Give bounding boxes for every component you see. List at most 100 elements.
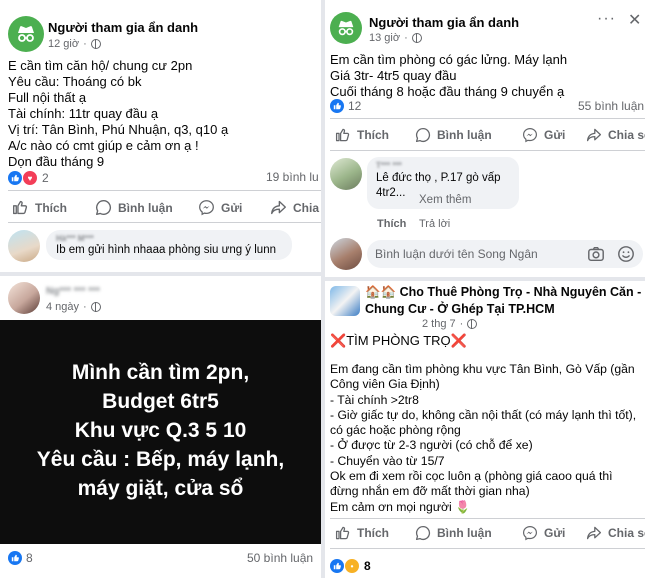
comment-button[interactable]: Bình luận: [415, 127, 492, 143]
thumbs-up-icon: [335, 526, 350, 540]
like-button[interactable]: Thích: [335, 127, 389, 143]
share-arrow-icon: [271, 200, 286, 215]
like-reaction-icon: [330, 559, 344, 573]
share-button[interactable]: Chia sẻ: [586, 127, 645, 143]
like-label: Thích: [357, 128, 389, 142]
send-button[interactable]: Gửi: [522, 525, 565, 541]
comment-button[interactable]: Bình luận: [415, 525, 492, 541]
post-meta: 2 thg 7 ·: [422, 318, 478, 330]
globe-icon: [467, 319, 478, 329]
messenger-icon: [199, 200, 214, 216]
commenter-avatar[interactable]: [330, 158, 362, 190]
group-name[interactable]: 🏠🏠 Cho Thuê Phòng Trọ - Nhà Nguyên Căn -…: [365, 284, 643, 318]
user-avatar[interactable]: [330, 238, 362, 270]
comment-label: Bình luận: [118, 200, 173, 215]
see-more-link[interactable]: Xem thêm: [419, 193, 471, 208]
comment-count[interactable]: 50 bình luận: [247, 551, 313, 565]
reaction-count: 8: [26, 551, 33, 565]
anonymous-spy-icon: [18, 26, 34, 42]
post-time[interactable]: 12 giờ: [48, 38, 79, 50]
reaction-summary[interactable]: ♥ 2: [8, 170, 49, 186]
post-body: Em cần tìm phòng có gác lửng. Máy lạnh G…: [330, 52, 568, 99]
share-button[interactable]: Chia sẻ: [586, 525, 645, 541]
reaction-summary[interactable]: 12: [330, 99, 361, 113]
commenter-name[interactable]: Hà*** M***: [56, 234, 282, 243]
share-label: Chia sẻ: [608, 128, 645, 142]
like-reaction-icon: [330, 99, 344, 113]
share-arrow-icon: [586, 526, 602, 540]
emoji-icon[interactable]: [617, 245, 635, 268]
divider: [330, 150, 645, 151]
post-time[interactable]: 4 ngày: [46, 301, 79, 313]
post-body: Em đang cần tìm phòng khu vực Tân Bình, …: [330, 362, 637, 514]
share-button[interactable]: Chia sẻ: [270, 199, 321, 216]
love-reaction-icon: ♥: [22, 170, 38, 186]
post-heading-text: TÌM PHÒNG TRỌ: [346, 333, 451, 348]
comment-count[interactable]: 19 bình lu: [266, 170, 319, 184]
globe-icon: [90, 302, 101, 312]
like-button[interactable]: Thích: [12, 199, 67, 216]
image-caption-text: Mình cần tìm 2pn, Budget 6tr5 Khu vực Q.…: [36, 361, 285, 500]
reaction-summary[interactable]: • 8: [330, 558, 371, 574]
speech-bubble-icon: [415, 127, 431, 143]
comment-like-link[interactable]: Thích: [377, 218, 406, 230]
globe-icon: [411, 33, 422, 43]
post-separator: [325, 277, 645, 281]
anonymous-avatar[interactable]: [330, 12, 362, 44]
messenger-icon: [522, 525, 538, 541]
text-image-post[interactable]: Mình cần tìm 2pn, Budget 6tr5 Khu vực Q.…: [0, 320, 321, 544]
comment-button[interactable]: Bình luận: [95, 199, 173, 216]
like-label: Thích: [357, 526, 389, 540]
speech-bubble-icon: [96, 200, 112, 215]
post-author[interactable]: Người tham gia ẩn danh: [48, 20, 198, 35]
send-label: Gửi: [221, 200, 243, 215]
reaction-count: 12: [348, 99, 362, 113]
comment-bubble: T*** *** Lê đức thọ , P.17 gò vấp 4tr2..…: [367, 157, 519, 209]
camera-icon[interactable]: [587, 245, 605, 268]
comment-bubble: Hà*** M*** Ib em gửi hình nhaaa phòng si…: [46, 230, 292, 260]
divider: [8, 222, 321, 223]
cross-mark-icon: ❌: [450, 333, 467, 348]
reaction-count: 2: [42, 171, 49, 185]
speech-bubble-icon: [415, 525, 431, 541]
post-meta: 13 giờ ·: [369, 32, 422, 44]
send-label: Gửi: [544, 128, 566, 142]
comment-reply-link[interactable]: Trả lời: [419, 218, 450, 230]
post-time[interactable]: 2 thg 7: [422, 318, 456, 330]
cross-mark-icon: ❌: [330, 333, 347, 348]
divider: [330, 548, 645, 549]
like-button[interactable]: Thích: [335, 525, 389, 541]
send-button[interactable]: Gửi: [198, 199, 242, 216]
close-icon[interactable]: ✕: [628, 10, 641, 30]
left-screenshot-column: Người tham gia ẩn danh 12 giờ · E cần tì…: [0, 0, 321, 578]
comment-count[interactable]: 55 bình luận: [578, 99, 644, 113]
send-button[interactable]: Gửi: [522, 127, 565, 143]
comment-text: Ib em gửi hình nhaaa phòng siu ưng ý lun…: [56, 244, 276, 256]
share-label: Chia sẻ: [608, 526, 645, 540]
share-label: Chia sẻ: [293, 200, 321, 215]
more-options-icon[interactable]: ···: [597, 10, 616, 28]
messenger-icon: [522, 127, 538, 143]
post-heading: ❌TÌM PHÒNG TRỌ❌: [330, 333, 467, 349]
commenter-avatar[interactable]: [8, 230, 40, 262]
post-separator: [0, 272, 321, 276]
post-author[interactable]: Người tham gia ẩn danh: [369, 15, 519, 30]
globe-icon: [90, 39, 101, 49]
comment-label: Bình luận: [437, 526, 492, 540]
reaction-summary[interactable]: 8: [8, 551, 33, 565]
thumbs-up-icon: [13, 200, 28, 215]
comment-label: Bình luận: [437, 128, 492, 142]
anonymous-spy-icon: [338, 20, 354, 36]
group-avatar[interactable]: [330, 286, 360, 316]
like-reaction-icon: [8, 551, 22, 565]
right-screenshot-column: Người tham gia ẩn danh 13 giờ · ··· ✕ Em…: [325, 0, 645, 578]
anonymous-avatar[interactable]: [8, 16, 44, 52]
sad-reaction-icon: •: [344, 558, 360, 574]
author-avatar[interactable]: [8, 282, 40, 314]
share-arrow-icon: [586, 128, 602, 142]
commenter-name[interactable]: T*** ***: [376, 161, 510, 171]
post-time[interactable]: 13 giờ: [369, 32, 400, 44]
post-author[interactable]: Ng*** *** ***: [46, 286, 100, 297]
like-reaction-icon: [8, 171, 22, 185]
reaction-count: 8: [364, 559, 371, 573]
